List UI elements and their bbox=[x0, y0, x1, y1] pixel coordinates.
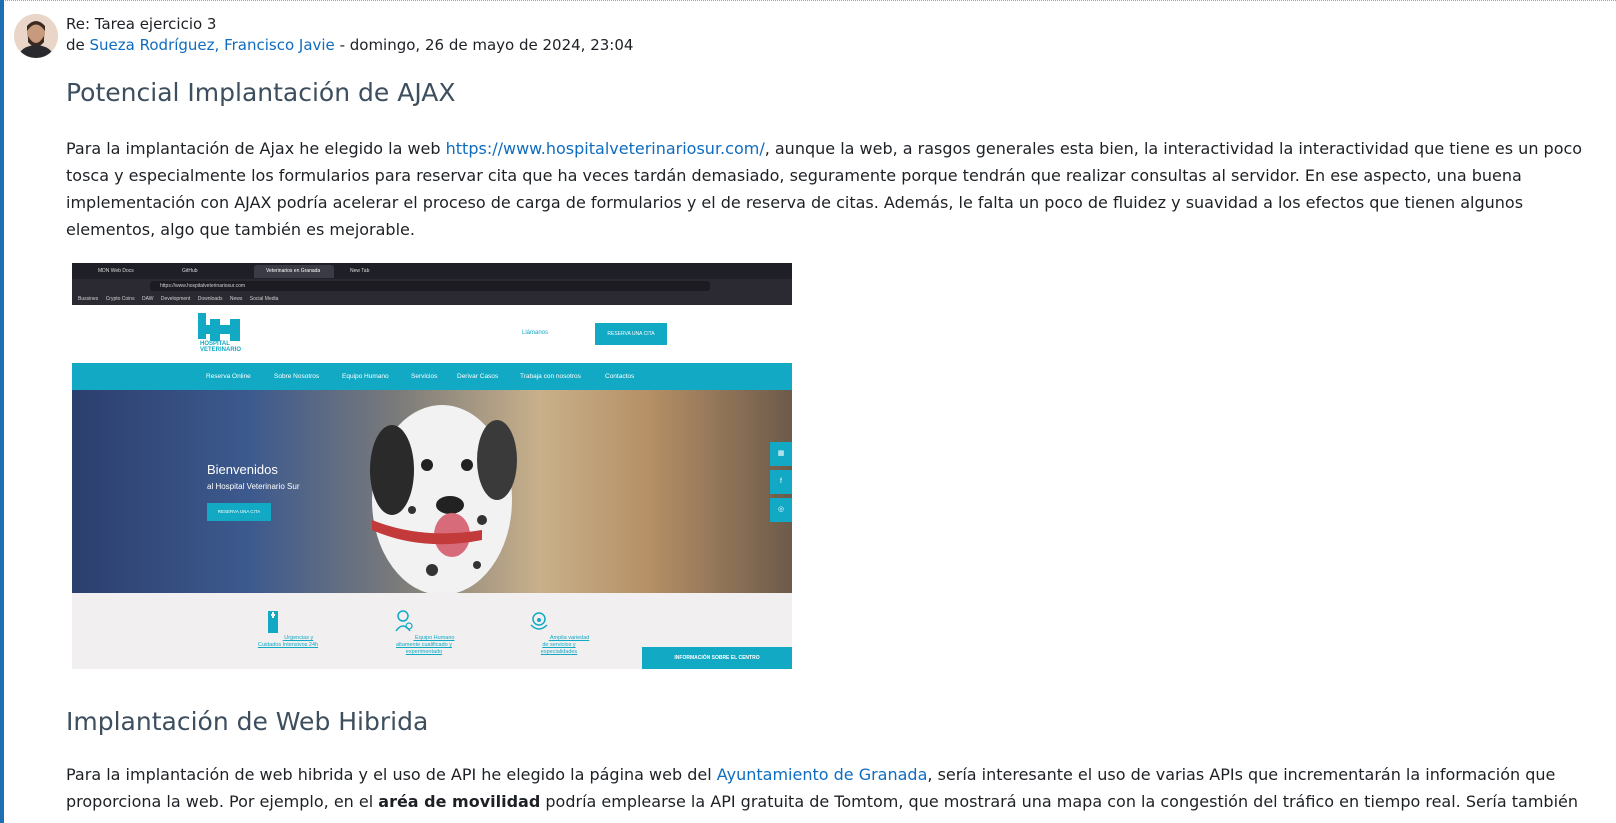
bookmark: Development bbox=[160, 296, 191, 302]
feature-item: Urgencias y Cuidados Intensivos 24h bbox=[257, 609, 319, 649]
section2-bold: aréa de movilidad bbox=[378, 792, 541, 811]
bookmark: Bussines bbox=[78, 296, 99, 302]
section2-text-c: podría emplearse la API gratuita de Tomt… bbox=[540, 792, 1579, 811]
site-nav-item: Equipo Humano bbox=[342, 373, 389, 380]
post-date: - domingo, 26 de mayo de 2024, 23:04 bbox=[334, 36, 634, 54]
post-top-border bbox=[0, 0, 1616, 1]
hospital-building-icon bbox=[267, 611, 278, 633]
bookmark: DAW bbox=[141, 296, 154, 302]
forum-post: Re: Tarea ejercicio 3 de Sueza Rodríguez… bbox=[0, 0, 1616, 823]
section1-text-a: Para la implantación de Ajax he elegido … bbox=[66, 139, 446, 158]
browser-url-field: https://www.hospitalveterinariosur.com bbox=[150, 281, 710, 291]
calendar-icon: ▦ bbox=[770, 442, 792, 466]
section2-heading: Implantación de Web Hibrida bbox=[66, 707, 429, 736]
site-features: Urgencias y Cuidados Intensivos 24h Equi… bbox=[72, 593, 792, 669]
section1-paragraph: Para la implantación de Ajax he elegido … bbox=[66, 135, 1596, 243]
site-nav-item: Trabaja con nosotros bbox=[520, 373, 581, 380]
call-dropdown: Llámanos bbox=[522, 330, 549, 336]
feature-label: Urgencias y Cuidados Intensivos 24h bbox=[257, 635, 319, 648]
site-nav-item: Reserva Online bbox=[206, 373, 251, 380]
avatar-portrait-icon bbox=[14, 14, 58, 58]
facebook-icon: f bbox=[770, 470, 792, 494]
browser-tab: MDN Web Docs bbox=[98, 268, 134, 274]
post-meta: Re: Tarea ejercicio 3 de Sueza Rodríguez… bbox=[66, 14, 633, 56]
logo-text: HOSPITAL VETERINARIO bbox=[200, 341, 242, 353]
hero-subtitle: al Hospital Veterinario Sur bbox=[207, 482, 300, 491]
post-subject: Re: Tarea ejercicio 3 bbox=[66, 15, 217, 33]
site-nav-item: Servicios bbox=[411, 373, 438, 380]
site-header: HOSPITAL VETERINARIO Llámanos RESERVA UN… bbox=[72, 305, 792, 363]
section1-heading: Potencial Implantación de AJAX bbox=[66, 78, 456, 107]
browser-tab-bar: MDN Web Docs GitHub Veterinarios en Gran… bbox=[72, 263, 792, 279]
site-nav-item: Sobre Nosotros bbox=[274, 373, 320, 380]
post-content-2: Implantación de Web Hibrida Para la impl… bbox=[66, 705, 1596, 815]
bookmark: News bbox=[229, 296, 243, 302]
site-navbar: Reserva Online Sobre Nosotros Equipo Hum… bbox=[72, 363, 792, 390]
feature-item: Amplia variedad de servicios y especiali… bbox=[528, 609, 590, 656]
site-hero: Bienvenidos al Hospital Veterinario Sur … bbox=[72, 390, 792, 593]
bookmark: Social Media bbox=[249, 296, 279, 302]
hero-reserve-button: RESERVA UNA CITA bbox=[207, 503, 271, 521]
browser-url-bar: https://www.hospitalveterinariosur.com bbox=[72, 279, 792, 293]
section2-paragraph: Para la implantación de web hibrida y el… bbox=[66, 761, 1596, 815]
section2-text-a: Para la implantación de web hibrida y el… bbox=[66, 765, 717, 784]
browser-tab-active: Veterinarios en Granada bbox=[254, 265, 334, 278]
site-nav-item: Derivar Casos bbox=[457, 373, 499, 380]
author-avatar[interactable] bbox=[14, 14, 58, 58]
site-reserve-button: RESERVA UNA CITA bbox=[595, 323, 667, 345]
author-link[interactable]: Sueza Rodríguez, Francisco Javie bbox=[90, 36, 335, 54]
browser-tab: New Tab bbox=[350, 268, 370, 274]
browser-bookmarks-bar: Bussines Crypto Coins DAW Development Do… bbox=[72, 293, 792, 305]
ayuntamiento-link[interactable]: Ayuntamiento de Granada bbox=[717, 765, 928, 784]
doctor-icon bbox=[394, 610, 413, 632]
site-nav-item: Contactos bbox=[605, 373, 635, 380]
feature-label: Amplia variedad de servicios y especiali… bbox=[540, 635, 590, 655]
hospital-link[interactable]: https://www.hospitalveterinariosur.com/ bbox=[446, 139, 765, 158]
feature-item: Equipo Humano altamente cualificado y ex… bbox=[392, 609, 456, 656]
post-byline: de Sueza Rodríguez, Francisco Javie - do… bbox=[66, 35, 633, 56]
bookmark: Crypto Coins bbox=[105, 296, 135, 302]
post-content: Potencial Implantación de AJAX Para la i… bbox=[66, 70, 1596, 243]
feature-label: Equipo Humano altamente cualificado y ex… bbox=[396, 635, 455, 655]
dalmatian-dog-image bbox=[370, 405, 517, 593]
paw-hands-icon bbox=[530, 612, 548, 630]
info-center-button: INFORMACIÓN SOBRE EL CENTRO bbox=[642, 647, 792, 669]
post-left-accent-bar bbox=[0, 0, 4, 823]
instagram-icon: ◎ bbox=[770, 498, 792, 522]
browser-tab: GitHub bbox=[182, 268, 198, 274]
byline-prefix: de bbox=[66, 36, 85, 54]
hero-title: Bienvenidos bbox=[207, 462, 278, 477]
bookmark: Downloads bbox=[197, 296, 223, 302]
embedded-screenshot[interactable]: MDN Web Docs GitHub Veterinarios en Gran… bbox=[72, 263, 792, 669]
